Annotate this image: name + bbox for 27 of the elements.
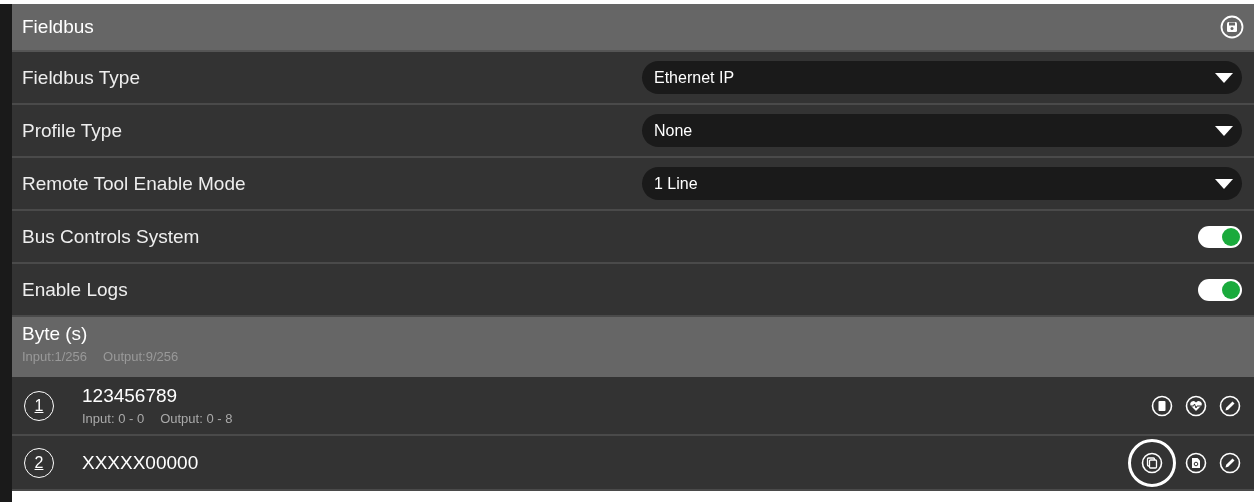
- save-icon[interactable]: [1220, 15, 1244, 39]
- toggle-switch[interactable]: [1198, 278, 1242, 301]
- byte-name: XXXXX00000: [82, 451, 200, 474]
- copy-icon[interactable]: [1141, 451, 1163, 474]
- caret-icon: [1214, 177, 1234, 190]
- panel-title: Fieldbus: [22, 16, 94, 38]
- document-icon[interactable]: [1185, 451, 1207, 474]
- caret-icon: [1214, 71, 1234, 84]
- dropdown[interactable]: 1 Line: [642, 167, 1242, 200]
- pencil-icon[interactable]: [1219, 451, 1241, 474]
- caret-icon: [1214, 124, 1234, 137]
- byte-name: 123456789: [82, 385, 179, 407]
- dropdown[interactable]: None: [642, 114, 1242, 147]
- pencil-icon[interactable]: [1219, 394, 1241, 417]
- toggle-switch[interactable]: [1198, 225, 1242, 248]
- output-range: Output: 0 - 8: [160, 411, 233, 426]
- section-title: Byte (s): [22, 323, 89, 345]
- setting-label: Remote Tool Enable Mode: [22, 172, 246, 195]
- setting-label: Fieldbus Type: [22, 66, 140, 89]
- setting-label: Bus Controls System: [22, 225, 200, 248]
- input-range: Input: 0 - 0: [82, 411, 145, 426]
- dropdown[interactable]: Ethernet IP: [642, 61, 1242, 94]
- byte-item[interactable]: 1 123456789 Input: 0 - 0 Output: 0 - 8: [12, 377, 1254, 436]
- setting-label: Profile Type: [22, 119, 122, 142]
- trash-icon[interactable]: [1151, 394, 1173, 417]
- setting-label: Enable Logs: [22, 278, 128, 301]
- byte-item[interactable]: 2 XXXXX00000: [12, 436, 1254, 491]
